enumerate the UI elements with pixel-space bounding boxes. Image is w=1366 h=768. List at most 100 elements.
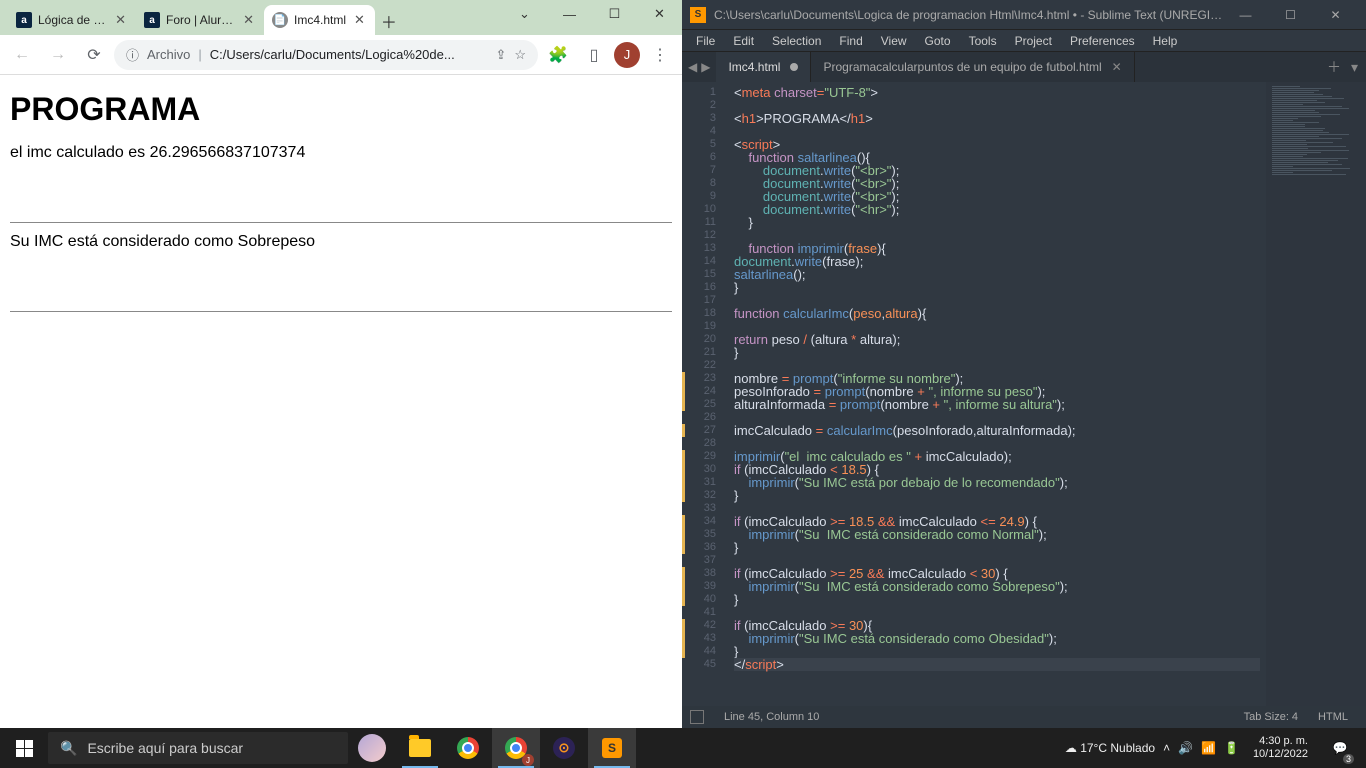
nav-fwd-icon[interactable]: ▶ bbox=[701, 60, 710, 74]
menu-selection[interactable]: Selection bbox=[764, 32, 829, 50]
address-bar[interactable]: ⓘ Archivo | C:/Users/carlu/Documents/Log… bbox=[114, 40, 538, 70]
back-button[interactable]: ← bbox=[6, 39, 38, 71]
code-line[interactable]: alturaInformada = prompt(nombre + ", inf… bbox=[734, 398, 1260, 411]
code-line[interactable]: } bbox=[734, 489, 1260, 502]
reload-button[interactable]: ⟳ bbox=[78, 39, 110, 71]
code-line[interactable]: } bbox=[734, 645, 1260, 658]
code-line[interactable]: } bbox=[734, 216, 1260, 229]
menu-preferences[interactable]: Preferences bbox=[1062, 32, 1143, 50]
search-placeholder: Escribe aquí para buscar bbox=[87, 740, 243, 756]
syntax-label[interactable]: HTML bbox=[1308, 711, 1358, 723]
bookmark-icon[interactable]: ☆ bbox=[514, 47, 526, 63]
editor-tab-title: Imc4.html bbox=[728, 60, 780, 74]
code-line[interactable] bbox=[734, 125, 1260, 138]
tab-size[interactable]: Tab Size: 4 bbox=[1234, 711, 1308, 723]
code-line[interactable]: imprimir("Su IMC está considerado como O… bbox=[734, 632, 1260, 645]
taskbar-explorer[interactable] bbox=[396, 728, 444, 768]
imc-category-text: Su IMC está considerado como Sobrepeso bbox=[10, 233, 672, 251]
code-line[interactable]: document.write("<hr>"); bbox=[734, 203, 1260, 216]
code-line[interactable]: imcCalculado = calcularImc(pesoInforado,… bbox=[734, 424, 1260, 437]
code-line[interactable]: document.write(frase); bbox=[734, 255, 1260, 268]
new-file-icon[interactable]: ＋ bbox=[1327, 57, 1341, 77]
menu-file[interactable]: File bbox=[688, 32, 723, 50]
nav-back-icon[interactable]: ◀ bbox=[688, 60, 697, 74]
chrome-menu-button[interactable]: ⋮ bbox=[644, 39, 676, 71]
minimap[interactable] bbox=[1266, 82, 1366, 706]
code-line[interactable]: </script> bbox=[734, 658, 1260, 671]
taskbar-chrome-active[interactable]: J bbox=[492, 728, 540, 768]
profile-avatar[interactable]: J bbox=[614, 42, 640, 68]
code-line[interactable]: return peso / (altura * altura); bbox=[734, 333, 1260, 346]
code-line[interactable]: } bbox=[734, 281, 1260, 294]
url-text: C:/Users/carlu/Documents/Logica%20de... bbox=[210, 47, 488, 62]
tab-close-icon[interactable]: ✕ bbox=[113, 12, 128, 28]
sublime-minimize-button[interactable]: — bbox=[1223, 0, 1268, 30]
site-info-icon[interactable]: ⓘ bbox=[126, 45, 139, 64]
reading-list-icon[interactable]: ▯ bbox=[578, 39, 610, 71]
chrome-toolbar: ← → ⟳ ⓘ Archivo | C:/Users/carlu/Documen… bbox=[0, 35, 682, 75]
chrome-close-button[interactable]: ✕ bbox=[637, 0, 682, 28]
taskbar-chrome[interactable] bbox=[444, 728, 492, 768]
tab-close-icon[interactable]: ✕ bbox=[352, 12, 367, 28]
start-button[interactable] bbox=[0, 728, 48, 768]
tab-title: Lógica de pro bbox=[38, 13, 107, 27]
taskbar-clock[interactable]: 4:30 p. m. 10/12/2022 bbox=[1247, 735, 1314, 761]
menu-find[interactable]: Find bbox=[831, 32, 870, 50]
code-line[interactable]: } bbox=[734, 346, 1260, 359]
code-line[interactable]: } bbox=[734, 593, 1260, 606]
sublime-titlebar: S C:\Users\carlu\Documents\Logica de pro… bbox=[682, 0, 1366, 30]
browser-tab[interactable]: aForo | Alura L✕ bbox=[136, 5, 264, 35]
code-area[interactable]: <meta charset="UTF-8"> <h1>PROGRAMA</h1>… bbox=[728, 82, 1266, 706]
editor-area[interactable]: 1234567891011121314151617181920212223242… bbox=[682, 82, 1366, 706]
menu-goto[interactable]: Goto bbox=[917, 32, 959, 50]
chrome-minimize-button[interactable]: — bbox=[547, 0, 592, 28]
tray-wifi-icon[interactable]: 📶 bbox=[1201, 741, 1216, 755]
menu-view[interactable]: View bbox=[873, 32, 915, 50]
notifications-button[interactable]: 💬3 bbox=[1322, 728, 1358, 768]
tray-battery-icon[interactable]: 🔋 bbox=[1224, 741, 1239, 755]
menu-edit[interactable]: Edit bbox=[725, 32, 762, 50]
extensions-icon[interactable]: 🧩 bbox=[542, 39, 574, 71]
code-line[interactable]: <meta charset="UTF-8"> bbox=[734, 86, 1260, 99]
tray-volume-icon[interactable]: 🔊 bbox=[1178, 741, 1193, 755]
tray-chevron-icon[interactable]: ˄ bbox=[1163, 741, 1170, 755]
tab-close-icon[interactable]: ✕ bbox=[1112, 60, 1122, 74]
sublime-statusbar: Line 45, Column 10 Tab Size: 4 HTML bbox=[682, 706, 1366, 728]
menu-help[interactable]: Help bbox=[1145, 32, 1186, 50]
forward-button[interactable]: → bbox=[42, 39, 74, 71]
favicon: a bbox=[144, 12, 160, 28]
taskbar-sublime[interactable]: S bbox=[588, 728, 636, 768]
taskbar-cortana-art[interactable] bbox=[348, 728, 396, 768]
code-line[interactable]: imprimir("Su IMC está considerado como S… bbox=[734, 580, 1260, 593]
code-line[interactable]: imprimir("Su IMC está por debajo de lo r… bbox=[734, 476, 1260, 489]
editor-tab[interactable]: Imc4.html bbox=[716, 52, 811, 82]
windows-taskbar: 🔍 Escribe aquí para buscar J ⊙ S ☁ 17°C … bbox=[0, 728, 1366, 768]
sublime-close-button[interactable]: ✕ bbox=[1313, 0, 1358, 30]
chrome-chevron-down-icon[interactable]: ⌄ bbox=[502, 0, 547, 28]
search-icon: 🔍 bbox=[60, 740, 77, 757]
tab-close-icon[interactable]: ✕ bbox=[241, 12, 256, 28]
editor-tab[interactable]: Programacalcularpuntos de un equipo de f… bbox=[811, 52, 1134, 82]
code-line[interactable]: imprimir("Su IMC está considerado como N… bbox=[734, 528, 1260, 541]
taskbar-eclipse[interactable]: ⊙ bbox=[540, 728, 588, 768]
new-tab-button[interactable]: ＋ bbox=[375, 7, 403, 35]
browser-tab[interactable]: aLógica de pro✕ bbox=[8, 5, 136, 35]
sublime-title-text: C:\Users\carlu\Documents\Logica de progr… bbox=[714, 8, 1223, 22]
code-line[interactable]: saltarlinea(); bbox=[734, 268, 1260, 281]
chrome-window: aLógica de pro✕aForo | Alura L✕📄Imc4.htm… bbox=[0, 0, 682, 728]
weather-widget[interactable]: ☁ 17°C Nublado bbox=[1065, 741, 1155, 755]
menu-project[interactable]: Project bbox=[1007, 32, 1060, 50]
code-line[interactable]: function calcularImc(peso,altura){ bbox=[734, 307, 1260, 320]
taskbar-search[interactable]: 🔍 Escribe aquí para buscar bbox=[48, 732, 348, 764]
url-scheme-label: Archivo bbox=[147, 47, 190, 62]
browser-tab[interactable]: 📄Imc4.html✕ bbox=[264, 5, 375, 35]
sublime-maximize-button[interactable]: ☐ bbox=[1268, 0, 1313, 30]
share-icon[interactable]: ⇪ bbox=[495, 47, 506, 63]
chrome-maximize-button[interactable]: ☐ bbox=[592, 0, 637, 28]
menu-tools[interactable]: Tools bbox=[961, 32, 1005, 50]
status-panel-icon[interactable] bbox=[690, 710, 704, 724]
favicon: 📄 bbox=[272, 12, 288, 28]
code-line[interactable]: <h1>PROGRAMA</h1> bbox=[734, 112, 1260, 125]
code-line[interactable]: } bbox=[734, 541, 1260, 554]
tabs-dropdown-icon[interactable]: ▾ bbox=[1351, 59, 1358, 76]
